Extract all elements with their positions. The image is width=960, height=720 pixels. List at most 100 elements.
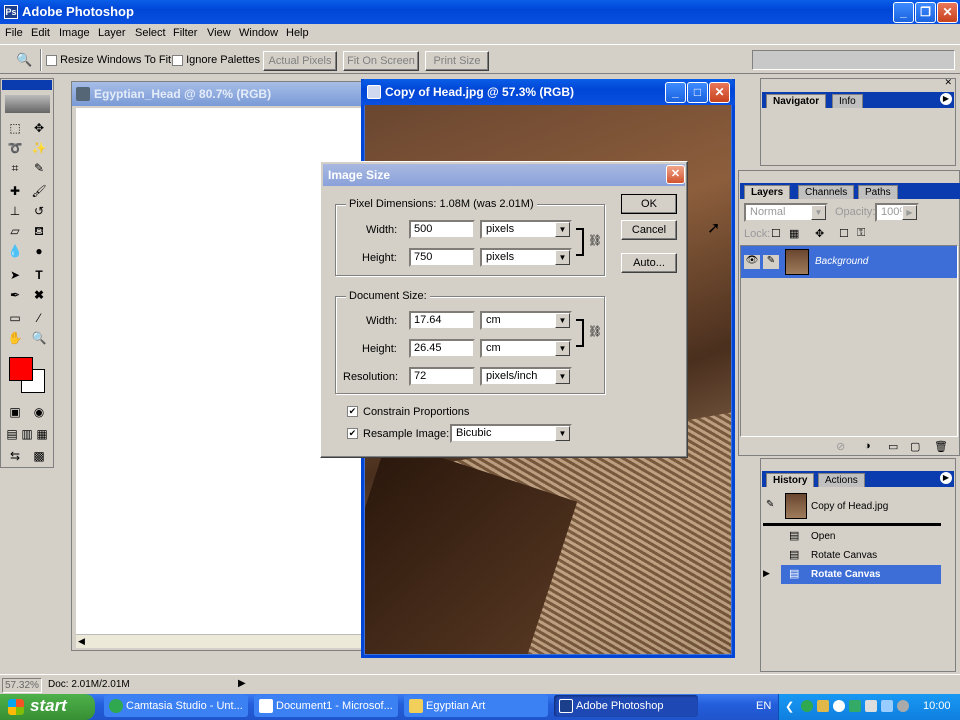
taskbar-button-egyptian-art[interactable]: Egyptian Art <box>404 695 548 717</box>
new-layer-icon[interactable]: ▢ <box>910 440 920 453</box>
status-menu-arrow-icon[interactable]: ▶ <box>238 678 246 689</box>
doc-height-unit-select[interactable]: cm ▼ <box>480 339 572 358</box>
screen-mode-full-menu-icon[interactable]: ▥ <box>19 425 35 443</box>
menu-edit[interactable]: Edit <box>31 27 50 39</box>
doc-width-field[interactable]: 17.64 <box>409 311 475 330</box>
foreground-color-swatch[interactable] <box>9 357 33 381</box>
restore-button[interactable]: ❐ <box>915 2 936 23</box>
pixel-width-field[interactable]: 500 <box>409 220 475 239</box>
taskbar-button-photoshop[interactable]: Adobe Photoshop <box>554 695 698 717</box>
tray-camtasia-icon[interactable] <box>801 700 813 712</box>
hand-tool-icon[interactable]: ✋ <box>5 329 25 347</box>
language-indicator[interactable]: EN <box>756 700 771 712</box>
clone-stamp-tool-icon[interactable]: ⊥ <box>5 202 25 220</box>
eraser-tool-icon[interactable]: ▱ <box>5 222 25 240</box>
move-tool-icon[interactable]: ✥ <box>29 119 49 137</box>
resolution-unit-select[interactable]: pixels/inch ▼ <box>480 367 572 386</box>
start-button[interactable]: start <box>0 694 95 720</box>
resolution-field[interactable]: 72 <box>409 367 475 386</box>
resample-image-checkbox[interactable]: ✔ <box>347 427 358 439</box>
lock-all-padlock-icon[interactable]: ⚿ <box>857 227 865 240</box>
opacity-field[interactable]: 100% ▶ <box>875 203 919 222</box>
lock-image-icon[interactable]: ▦ <box>789 227 799 240</box>
marquee-tool-icon[interactable]: ⬚ <box>5 119 25 137</box>
notes-tool-icon[interactable]: ▭ <box>5 309 25 327</box>
history-state-slider-icon[interactable]: ▶ <box>763 568 770 579</box>
pen-tool-icon[interactable]: ✒ <box>5 286 25 304</box>
zoom-tool-icon[interactable]: 🔍 <box>29 329 49 347</box>
tab-layers[interactable]: Layers <box>744 185 791 199</box>
tab-history[interactable]: History <box>766 473 815 487</box>
palette-close-icon[interactable]: ✕ <box>944 77 952 88</box>
fit-on-screen-button[interactable]: Fit On Screen <box>343 51 419 71</box>
new-fill-layer-icon[interactable]: ◑ <box>864 440 871 452</box>
healing-brush-tool-icon[interactable]: ✚ <box>5 182 25 200</box>
pixel-height-field[interactable]: 750 <box>409 248 475 267</box>
tab-actions[interactable]: Actions <box>818 473 865 487</box>
lock-position-icon[interactable]: ✥ <box>815 227 824 240</box>
brush-link-icon[interactable]: ✎ <box>763 255 779 269</box>
shape-tool-icon[interactable]: ✖ <box>29 286 49 304</box>
quick-mask-icon[interactable]: ◉ <box>29 403 49 421</box>
tray-security-icon[interactable] <box>849 700 861 712</box>
blend-mode-select[interactable]: Normal ▼ <box>744 203 828 222</box>
ignore-palettes-checkbox[interactable]: Ignore Palettes <box>172 54 260 66</box>
clock[interactable]: 10:00 <box>923 700 951 712</box>
history-brush-source-icon[interactable]: ✎ <box>766 499 774 510</box>
menu-help[interactable]: Help <box>286 27 309 39</box>
doc-width-unit-select[interactable]: cm ▼ <box>480 311 572 330</box>
tray-network-icon[interactable] <box>817 700 829 712</box>
history-item[interactable]: ▤ Open <box>763 527 941 546</box>
paint-bucket-tool-icon[interactable]: ⛾ <box>29 222 49 240</box>
constrain-proportions-checkbox[interactable]: ✔ <box>347 405 358 417</box>
new-set-icon[interactable]: ▭ <box>888 440 898 453</box>
zoom-level-field[interactable]: 57.32% <box>2 678 42 693</box>
print-size-button[interactable]: Print Size <box>425 51 489 71</box>
adobe-online-logo[interactable] <box>5 95 50 113</box>
menu-window[interactable]: Window <box>239 27 278 39</box>
menu-file[interactable]: File <box>5 27 23 39</box>
path-selection-tool-icon[interactable]: ➤ <box>5 266 25 284</box>
tab-navigator[interactable]: Navigator <box>766 94 827 108</box>
tray-bluetooth-icon[interactable] <box>833 700 845 712</box>
eyedropper-tool-icon[interactable]: ⁄ <box>29 309 49 327</box>
tray-display-icon[interactable] <box>881 700 893 712</box>
delete-layer-icon[interactable]: 🗑 <box>934 440 948 453</box>
type-tool-icon[interactable]: T <box>29 266 49 284</box>
brush-tool-icon[interactable]: 🖌 <box>29 182 49 200</box>
history-item[interactable]: ▤ Rotate Canvas <box>763 546 941 565</box>
resize-windows-checkbox[interactable]: Resize Windows To Fit <box>46 54 171 66</box>
ok-button[interactable]: OK <box>621 194 677 214</box>
screen-mode-standard-icon[interactable]: ▤ <box>4 425 20 443</box>
taskbar-button-word[interactable]: Document1 - Microsof... <box>254 695 398 717</box>
actual-pixels-button[interactable]: Actual Pixels <box>263 51 337 71</box>
lock-transparency-icon[interactable]: ☐ <box>771 227 781 240</box>
minimize-button[interactable]: _ <box>893 2 914 23</box>
document-close-button[interactable]: ✕ <box>709 82 730 103</box>
history-snapshot[interactable]: ✎ Copy of Head.jpg <box>763 491 943 521</box>
document-maximize-button[interactable]: □ <box>687 82 708 103</box>
menu-filter[interactable]: Filter <box>173 27 197 39</box>
screen-mode-full-icon[interactable]: ▦ <box>34 425 50 443</box>
lock-all-icon[interactable]: ☐ <box>839 227 849 240</box>
cancel-button[interactable]: Cancel <box>621 220 677 240</box>
tab-info[interactable]: Info <box>832 94 863 108</box>
taskbar-button-camtasia[interactable]: Camtasia Studio - Unt... <box>104 695 248 717</box>
palette-menu-icon[interactable]: ▶ <box>940 93 952 105</box>
doc-height-field[interactable]: 26.45 <box>409 339 475 358</box>
zoom-tool-icon[interactable]: 🔍 <box>16 52 32 68</box>
pixel-height-unit-select[interactable]: pixels ▼ <box>480 248 572 267</box>
tray-power-icon[interactable] <box>897 700 909 712</box>
history-brush-tool-icon[interactable]: ↺ <box>29 202 49 220</box>
pixel-width-unit-select[interactable]: pixels ▼ <box>480 220 572 239</box>
crop-tool-icon[interactable]: ⌗ <box>5 159 25 177</box>
tray-arrow-icon[interactable]: ❮ <box>785 700 794 713</box>
tray-volume-icon[interactable] <box>865 700 877 712</box>
history-item-selected[interactable]: ▶ ▤ Rotate Canvas <box>763 565 941 584</box>
layer-row-background[interactable]: 👁 ✎ Background <box>741 246 957 278</box>
horizontal-scrollbar[interactable]: ◀ <box>76 634 366 648</box>
standard-mode-icon[interactable]: ▣ <box>5 403 25 421</box>
tab-paths[interactable]: Paths <box>858 185 898 199</box>
tab-channels[interactable]: Channels <box>798 185 855 199</box>
auto-button[interactable]: Auto... <box>621 253 677 273</box>
